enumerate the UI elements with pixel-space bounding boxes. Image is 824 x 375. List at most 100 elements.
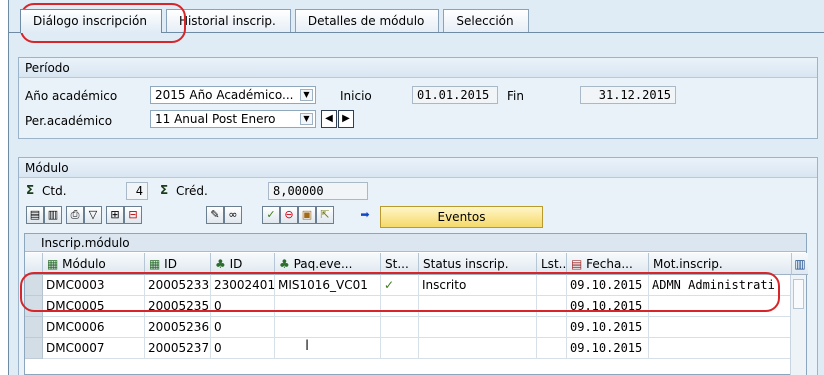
col-lst[interactable]: Lst...: [537, 253, 567, 275]
ano-academico-value: 2015 Año Académico...: [155, 88, 294, 102]
cell-modulo: DMC0006: [43, 317, 145, 338]
cell-lst: [537, 338, 567, 359]
cell-st: [381, 338, 419, 359]
col-paq[interactable]: ♣ Paq.eve...: [275, 253, 381, 275]
tab-strip: Diálogo inscripción Historial inscrip. D…: [20, 9, 533, 33]
cell-modulo: DMC0007: [43, 338, 145, 359]
cred-label: Créd.: [176, 184, 208, 198]
col-st[interactable]: St...: [381, 253, 419, 275]
sigma-icon: Σ: [26, 183, 35, 197]
cell-status: [419, 338, 537, 359]
cell-mot: ADMN Administrati: [649, 275, 792, 296]
cell-id1: 20005236: [145, 317, 211, 338]
cell-mot: [649, 296, 792, 317]
fin-field: 31.12.2015: [580, 86, 676, 104]
inicio-label: Inicio: [340, 89, 372, 103]
eventos-button[interactable]: Eventos: [380, 206, 543, 228]
row-selector[interactable]: [25, 338, 43, 359]
tab-historial-inscrip[interactable]: Historial inscrip.: [165, 9, 291, 32]
print-icon[interactable]: ⎙: [66, 206, 84, 224]
tree-icon: ▦: [149, 257, 161, 271]
sigma-icon: Σ: [160, 183, 169, 197]
tab-dialogo-inscripcion[interactable]: Diálogo inscripción: [20, 9, 162, 33]
cell-paq: [275, 317, 381, 338]
per-academico-label: Per.académico: [25, 114, 113, 128]
cell-id2: 23002401: [211, 275, 275, 296]
cancel-icon[interactable]: ⊖: [280, 206, 298, 224]
col-fecha-label: Fecha...: [586, 257, 633, 271]
col-modulo-label: Módulo: [62, 257, 106, 271]
status-enrolled-icon: ✓: [384, 278, 395, 292]
row-selector[interactable]: [25, 275, 43, 296]
modulo-title: Módulo: [19, 158, 817, 178]
col-status[interactable]: Status inscrip.: [419, 253, 537, 275]
table-row[interactable]: DMC0006 20005236 0 09.10.2015: [25, 317, 808, 338]
inicio-field: 01.01.2015: [412, 86, 498, 104]
table-settings-icon[interactable]: ▥: [792, 253, 808, 275]
cell-paq: [275, 296, 381, 317]
col-id2[interactable]: ♣ ID: [211, 253, 275, 275]
table-row[interactable]: DMC0003 20005233 23002401 MIS1016_VC01 ✓…: [25, 275, 808, 296]
cred-field: 8,00000: [268, 182, 368, 200]
prev-period-button[interactable]: ◀: [321, 110, 337, 128]
per-academico-select[interactable]: 11 Anual Post Enero ▼: [150, 110, 316, 128]
cell-modulo: DMC0003: [43, 275, 145, 296]
table-row[interactable]: DMC0005 20005235 0 09.10.2015: [25, 296, 808, 317]
col-id1[interactable]: ▦ ID: [145, 253, 211, 275]
cell-fecha: 09.10.2015: [567, 296, 649, 317]
cell-st: [381, 317, 419, 338]
ano-academico-select[interactable]: 2015 Año Académico... ▼: [150, 86, 316, 104]
cell-status: Inscrito: [419, 275, 537, 296]
cell-mot: [649, 338, 792, 359]
fin-label: Fin: [507, 89, 524, 103]
row-selector[interactable]: [25, 296, 43, 317]
cell-id1: 20005237: [145, 338, 211, 359]
tab-seleccion[interactable]: Selección: [443, 9, 529, 32]
dropdown-icon[interactable]: ▼: [300, 89, 313, 101]
tree-icon: ♣: [215, 257, 226, 271]
calendar-icon: ▤: [571, 257, 583, 271]
col-fecha[interactable]: ▤ Fecha...: [567, 253, 649, 275]
ano-academico-label: Año académico: [25, 89, 118, 103]
cell-fecha: 09.10.2015: [567, 338, 649, 359]
cell-st: ✓: [381, 275, 419, 296]
approve-icon[interactable]: ✓: [262, 206, 280, 224]
cell-fecha: 09.10.2015: [567, 275, 649, 296]
table-row[interactable]: DMC0007 20005237 0 09.10.2015: [25, 338, 808, 359]
arrow-icon[interactable]: ➡: [356, 206, 374, 224]
ctd-field: 4: [126, 182, 148, 200]
cell-id2: 0: [211, 317, 275, 338]
col-selector[interactable]: [25, 253, 43, 275]
delete-row-icon[interactable]: ⊟: [124, 206, 142, 224]
details-icon[interactable]: ▤: [26, 206, 44, 224]
cell-id1: 20005233: [145, 275, 211, 296]
cell-lst: [537, 296, 567, 317]
tree-icon: ▦: [47, 257, 59, 271]
table-scrollbar[interactable]: [790, 275, 806, 375]
tab-detalles-modulo[interactable]: Detalles de módulo: [294, 9, 440, 32]
edit-pencil-icon[interactable]: ✎: [206, 206, 224, 224]
details-list-icon[interactable]: ▥: [44, 206, 62, 224]
cell-id2: 0: [211, 338, 275, 359]
transfer-icon[interactable]: ⇱: [316, 206, 334, 224]
periodo-title: Período: [19, 58, 817, 78]
col-modulo[interactable]: ▦ Módulo: [43, 253, 145, 275]
col-id2-label: ID: [229, 257, 243, 271]
cell-id2: 0: [211, 296, 275, 317]
col-mot[interactable]: Mot.inscrip.: [649, 253, 792, 275]
scrollbar-thumb[interactable]: [793, 279, 804, 309]
row-selector[interactable]: [25, 317, 43, 338]
dropdown-icon[interactable]: ▼: [300, 113, 313, 125]
cell-status: [419, 296, 537, 317]
cell-modulo: DMC0005: [43, 296, 145, 317]
next-period-button[interactable]: ▶: [338, 110, 354, 128]
text-cursor-icon: I: [305, 338, 310, 354]
filter-icon[interactable]: ▽: [84, 206, 102, 224]
glasses-icon[interactable]: ∞: [224, 206, 242, 224]
cell-id1: 20005235: [145, 296, 211, 317]
cell-lst: [537, 275, 567, 296]
cell-status: [419, 317, 537, 338]
cell-lst: [537, 317, 567, 338]
add-row-icon[interactable]: ⊞: [106, 206, 124, 224]
package-icon[interactable]: ▣: [298, 206, 316, 224]
